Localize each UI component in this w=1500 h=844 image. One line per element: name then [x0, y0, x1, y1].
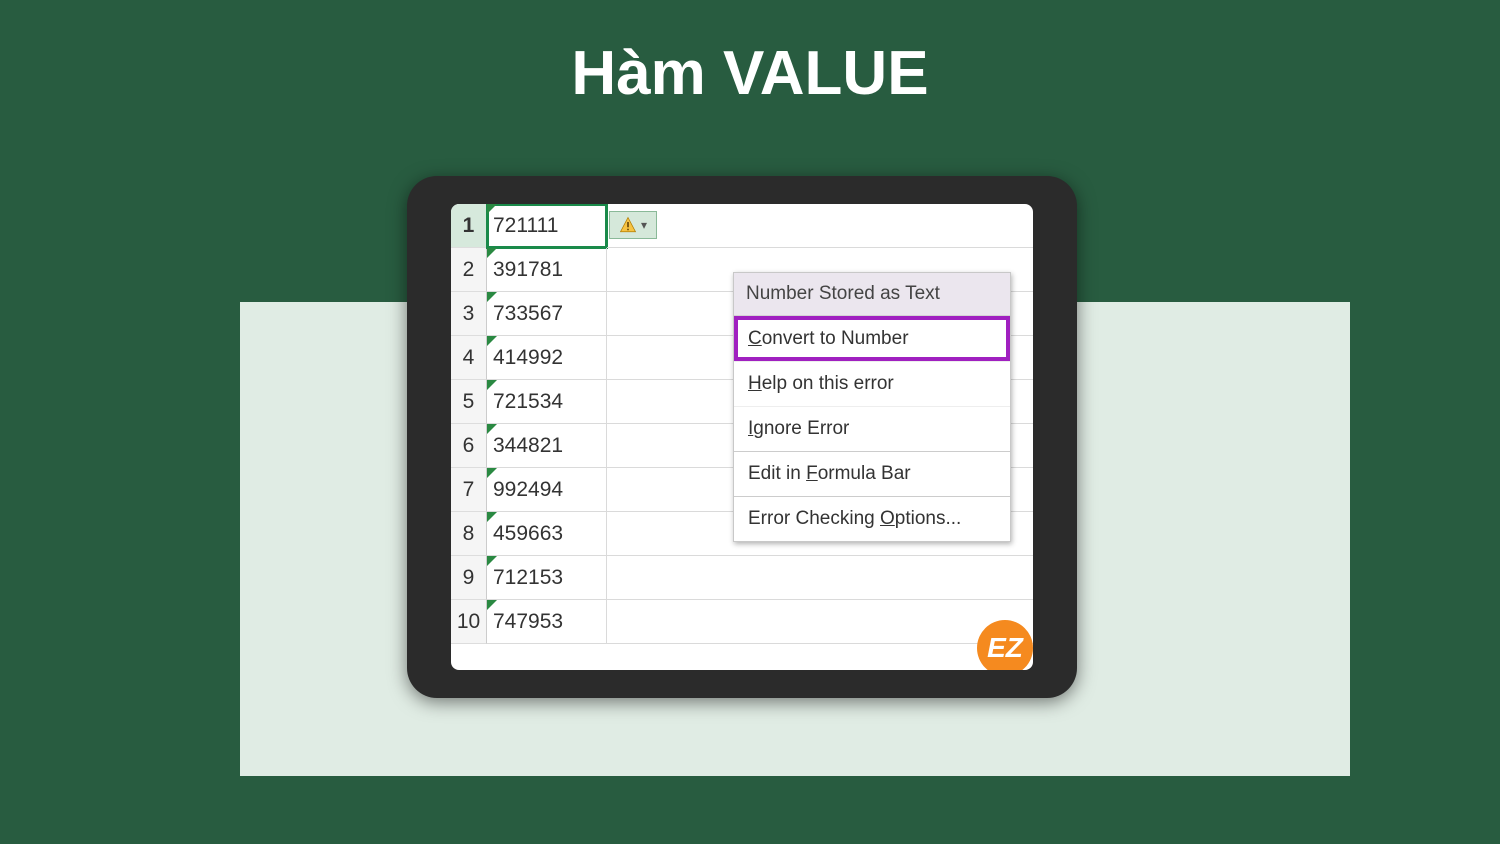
row-header[interactable]: 1 [451, 204, 487, 248]
excel-screen: 1721111 ▾ 23917813733567441499257215346344… [451, 204, 1033, 670]
cell-empty[interactable]: ▾ [607, 204, 1033, 248]
cell-value[interactable]: 712153 [487, 556, 607, 600]
cell-empty[interactable] [607, 600, 1033, 644]
menu-item[interactable]: Ignore Error [734, 406, 1010, 451]
menu-item[interactable]: Convert to Number [734, 316, 1010, 361]
row-header[interactable]: 3 [451, 292, 487, 336]
cell-empty[interactable] [607, 556, 1033, 600]
row-header[interactable]: 2 [451, 248, 487, 292]
error-smart-tag[interactable]: ▾ [609, 211, 657, 239]
cell-value[interactable]: 747953 [487, 600, 607, 644]
cell-value[interactable]: 733567 [487, 292, 607, 336]
page-title: Hàm VALUE [0, 0, 1500, 109]
cell-value[interactable]: 992494 [487, 468, 607, 512]
row-header[interactable]: 6 [451, 424, 487, 468]
brand-badge: EZ [977, 620, 1033, 670]
error-context-menu: Number Stored as Text Convert to NumberH… [733, 272, 1011, 542]
menu-item[interactable]: Edit in Formula Bar [734, 451, 1010, 496]
row-header[interactable]: 4 [451, 336, 487, 380]
row-header[interactable]: 5 [451, 380, 487, 424]
chevron-down-icon: ▾ [641, 218, 647, 232]
row-header[interactable]: 8 [451, 512, 487, 556]
row-header[interactable]: 7 [451, 468, 487, 512]
cell-value[interactable]: 414992 [487, 336, 607, 380]
tablet-frame: 1721111 ▾ 23917813733567441499257215346344… [407, 176, 1077, 698]
cell-value[interactable]: 721534 [487, 380, 607, 424]
menu-item[interactable]: Error Checking Options... [734, 496, 1010, 541]
cell-value[interactable]: 391781 [487, 248, 607, 292]
menu-item[interactable]: Help on this error [734, 361, 1010, 406]
warning-icon [619, 216, 637, 234]
cell-value[interactable]: 459663 [487, 512, 607, 556]
cell-value[interactable]: 721111 [487, 204, 607, 248]
menu-header: Number Stored as Text [734, 273, 1010, 316]
row-header[interactable]: 10 [451, 600, 487, 644]
cell-value[interactable]: 344821 [487, 424, 607, 468]
row-header[interactable]: 9 [451, 556, 487, 600]
